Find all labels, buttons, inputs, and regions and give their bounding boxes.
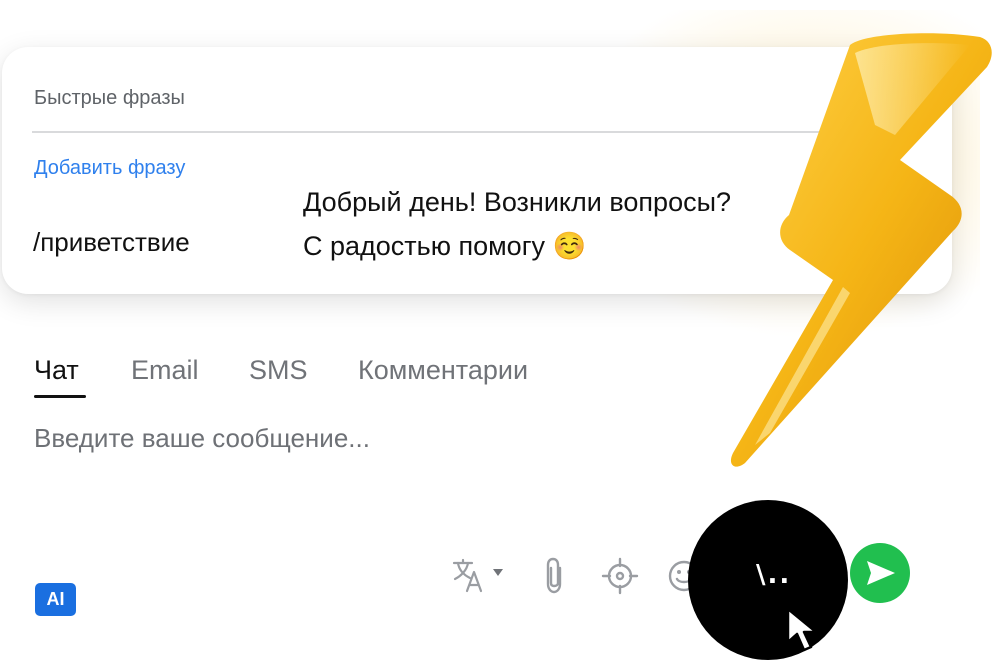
target-button[interactable] [600, 556, 640, 596]
translate-button[interactable] [450, 558, 510, 594]
tab-chat[interactable]: Чат [34, 355, 79, 386]
phrase-shortcut: /приветствие [33, 227, 190, 257]
crosshair-icon [601, 557, 639, 595]
add-phrase-link[interactable]: Добавить фразу [34, 157, 185, 180]
tab-comments[interactable]: Комментарии [358, 355, 528, 386]
tab-email[interactable]: Email [131, 355, 199, 386]
send-button[interactable] [850, 543, 910, 603]
message-input[interactable] [34, 418, 674, 458]
attach-button[interactable] [540, 556, 570, 596]
divider [32, 131, 832, 133]
translate-icon [452, 558, 503, 593]
mouse-pointer-icon [786, 607, 818, 652]
ai-button[interactable]: AI [35, 583, 76, 616]
paperclip-icon [546, 557, 562, 594]
active-tab-indicator [34, 395, 86, 398]
tab-sms[interactable]: SMS [249, 355, 308, 386]
quick-phrases-title: Быстрые фразы [34, 87, 185, 109]
lightning-bolt-icon [730, 33, 992, 467]
send-icon [867, 561, 895, 585]
slash-command-hint: \.. [756, 560, 792, 590]
